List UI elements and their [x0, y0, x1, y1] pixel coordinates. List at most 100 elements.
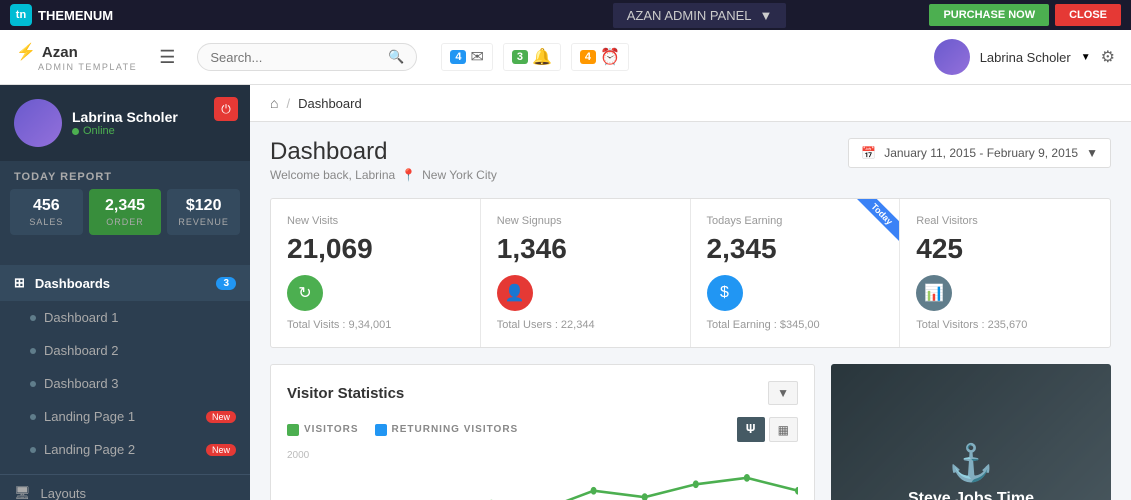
date-picker-arrow-icon: ▼: [1086, 146, 1098, 160]
dashboards-nav-left: ⊞ Dashboards: [14, 275, 110, 291]
bar-chart-button[interactable]: ▦: [769, 417, 798, 442]
stat-card-signups: New Signups 1,346 👤 Total Users : 22,344: [481, 199, 691, 347]
today-ribbon: Today: [849, 199, 899, 249]
notifications-count: 3: [512, 50, 528, 64]
visitor-chart-svg: [287, 465, 798, 500]
chart-controls: 𝚿 ▦: [737, 417, 798, 442]
topbar-center: AZAN ADMIN PANEL ▼: [470, 3, 930, 28]
dashboards-badge: 3: [216, 277, 236, 290]
stat-card-earning: Today Todays Earning 2,345 $ Total Earni…: [691, 199, 901, 347]
signups-label: New Signups: [497, 215, 674, 227]
sidebar-item-dashboard1[interactable]: Dashboard 1: [0, 301, 250, 334]
topbar: tn THEMENUM AZAN ADMIN PANEL ▼ PURCHASE …: [0, 0, 1131, 30]
revenue-stat[interactable]: $120 REVENUE: [167, 189, 240, 235]
breadcrumb-separator: /: [286, 96, 290, 111]
y-axis-label: 2000: [287, 450, 798, 461]
clock-icon: ⏰: [600, 47, 620, 67]
landing1-new-badge: New: [206, 411, 236, 423]
dropdown-arrow-icon: ▼: [760, 8, 773, 23]
power-button[interactable]: ⏻: [214, 97, 238, 121]
monitor-icon: 🖥: [14, 485, 31, 500]
date-range-picker[interactable]: 📅 January 11, 2015 - February 9, 2015 ▼: [848, 138, 1111, 168]
brand: ⚡ Azan ADMIN TEMPLATE: [16, 42, 137, 72]
nav-dot-icon: [30, 348, 36, 354]
sidebar: Labrina Scholer Online ⏻ TODAY REPORT 45…: [0, 85, 250, 500]
messages-badge-group[interactable]: 4 ✉: [441, 43, 493, 71]
revenue-label: REVENUE: [173, 217, 234, 227]
sales-stat[interactable]: 456 SALES: [10, 189, 83, 235]
order-value: 2,345: [95, 197, 156, 215]
visitors-legend-color: [287, 424, 299, 436]
settings-icon[interactable]: ⚙: [1101, 47, 1115, 67]
real-visitors-icon: 📊: [916, 275, 952, 311]
search-icon: 🔍: [388, 49, 404, 65]
sidebar-user-info: Labrina Scholer Online: [72, 109, 236, 137]
real-visitors-sub: Total Visitors : 235,670: [916, 319, 1094, 331]
signups-value: 1,346: [497, 233, 674, 265]
theme-dropdown[interactable]: AZAN ADMIN PANEL ▼: [613, 3, 787, 28]
brand-name: ⚡ Azan: [16, 42, 137, 62]
nav-dot-icon: [30, 381, 36, 387]
today-ribbon-text: Today: [856, 199, 900, 241]
sales-label: SALES: [16, 217, 77, 227]
search-box[interactable]: 🔍: [197, 43, 417, 71]
sidebar-item-landing2[interactable]: Landing Page 2 New: [0, 433, 250, 466]
notifications-badge-group[interactable]: 3 🔔: [503, 43, 561, 71]
visits-sub: Total Visits : 9,34,001: [287, 319, 464, 331]
real-visitors-value: 425: [916, 233, 1094, 265]
sidebar-item-dashboard3[interactable]: Dashboard 3: [0, 367, 250, 400]
sidebar-item-landing1[interactable]: Landing Page 1 New: [0, 400, 250, 433]
promo-card-text: Steve Jobs Time: [908, 490, 1034, 500]
sidebar-user-panel: Labrina Scholer Online ⏻: [0, 85, 250, 161]
real-visitors-label: Real Visitors: [916, 215, 1094, 227]
dashboard-content: Dashboard Welcome back, Labrina 📍 New Yo…: [250, 122, 1131, 500]
anchor-icon: ⚓: [949, 442, 994, 484]
topbar-brand: THEMENUM: [38, 8, 113, 23]
page-title: Dashboard: [270, 138, 497, 166]
purchase-button[interactable]: PURCHASE NOW: [929, 4, 1049, 26]
topbar-actions: PURCHASE NOW CLOSE: [929, 4, 1121, 26]
close-button[interactable]: CLOSE: [1055, 4, 1121, 26]
earning-sub: Total Earning : $345,00: [707, 319, 884, 331]
avatar: [934, 39, 970, 75]
visitor-header: Visitor Statistics ▼: [287, 381, 798, 405]
earning-icon: $: [707, 275, 743, 311]
visits-icon: ↻: [287, 275, 323, 311]
returning-legend-color: [375, 424, 387, 436]
nav-badges: 4 ✉ 3 🔔 4 ⏰: [441, 43, 629, 71]
dashboard-header: Dashboard Welcome back, Labrina 📍 New Yo…: [270, 138, 1111, 182]
sidebar-nav: ⊞ Dashboards 3 Dashboard 1 Dashboard 2: [0, 257, 250, 474]
layouts-nav-item[interactable]: 🖥 Layouts: [0, 475, 250, 500]
home-icon[interactable]: ⌂: [270, 95, 278, 111]
breadcrumb: ⌂ / Dashboard: [250, 85, 1131, 122]
line-chart-button[interactable]: 𝚿: [737, 417, 765, 442]
signups-sub: Total Users : 22,344: [497, 319, 674, 331]
tasks-badge-group[interactable]: 4 ⏰: [571, 43, 629, 71]
calendar-icon: 📅: [861, 146, 876, 160]
chart-dropdown-button[interactable]: ▼: [768, 381, 798, 405]
sidebar-footer: 🖥 Layouts: [0, 474, 250, 500]
visitor-legend: VISITORS RETURNING VISITORS 𝚿 ▦: [287, 417, 798, 442]
bottom-section: Visitor Statistics ▼ VISITORS RETURNING …: [270, 364, 1111, 500]
nav-dot-icon: [30, 447, 36, 453]
messages-count: 4: [450, 50, 466, 64]
grid-icon: ⊞: [14, 275, 25, 291]
search-input[interactable]: [210, 50, 382, 65]
stats-cards: New Visits 21,069 ↻ Total Visits : 9,34,…: [270, 198, 1111, 348]
order-stat[interactable]: 2,345 ORDER: [89, 189, 162, 235]
breadcrumb-current: Dashboard: [298, 96, 362, 111]
sales-value: 456: [16, 197, 77, 215]
mail-icon: ✉: [470, 47, 483, 67]
nav-dot-icon: [30, 414, 36, 420]
bolt-icon: ⚡: [16, 42, 36, 62]
sidebar-stats-row: 456 SALES 2,345 ORDER $120 REVENUE: [0, 189, 250, 245]
promo-card: ⚓ Steve Jobs Time: [831, 364, 1111, 500]
tasks-count: 4: [580, 50, 596, 64]
sidebar-item-dashboard2[interactable]: Dashboard 2: [0, 334, 250, 367]
topbar-logo: tn THEMENUM: [10, 4, 470, 26]
user-dropdown-arrow-icon[interactable]: ▼: [1081, 52, 1091, 63]
hamburger-button[interactable]: ☰: [151, 43, 183, 72]
dashboards-nav-header[interactable]: ⊞ Dashboards 3: [0, 265, 250, 301]
returning-legend-item: RETURNING VISITORS: [375, 424, 519, 436]
bell-icon: 🔔: [532, 47, 552, 67]
